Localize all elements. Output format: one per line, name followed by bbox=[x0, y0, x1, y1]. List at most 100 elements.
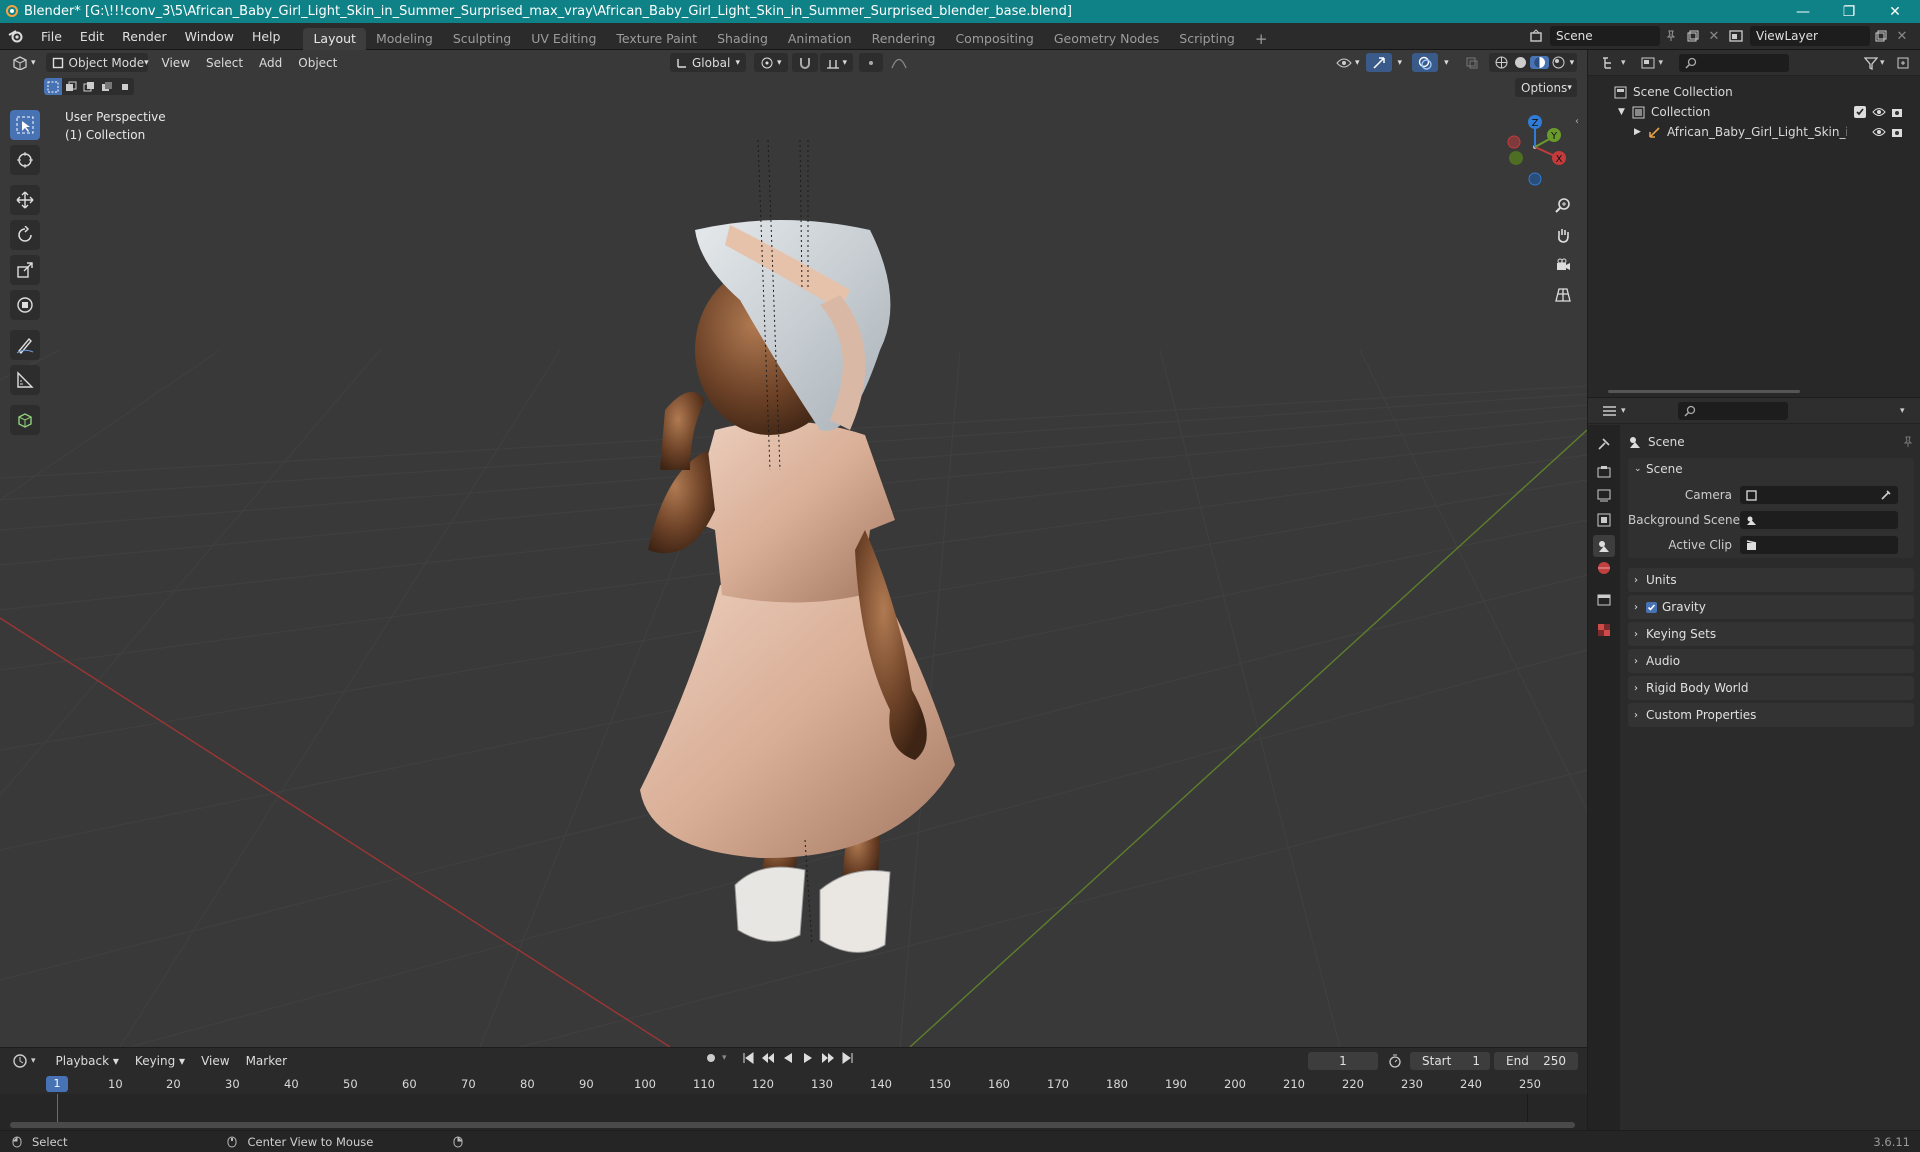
navigation-gizmo[interactable]: Z X Y bbox=[1493, 107, 1573, 187]
menu-edit[interactable]: Edit bbox=[71, 23, 113, 50]
select-new-icon[interactable] bbox=[44, 78, 62, 95]
camera-view-button[interactable] bbox=[1550, 252, 1576, 278]
gizmo-toggle[interactable] bbox=[1365, 53, 1392, 72]
chevron-down-icon[interactable]: ▾ bbox=[1621, 406, 1626, 416]
outliner-row-object[interactable]: ▶ African_Baby_Girl_Light_Skin_in_Su bbox=[1588, 122, 1920, 142]
falloff-button[interactable] bbox=[885, 53, 913, 72]
jump-keyframe-back-icon[interactable] bbox=[758, 1052, 778, 1064]
record-icon[interactable] bbox=[700, 1053, 722, 1063]
properties-search-input[interactable] bbox=[1677, 401, 1788, 420]
overlays-toggle[interactable] bbox=[1412, 53, 1439, 72]
character-model[interactable] bbox=[640, 220, 955, 953]
current-frame-field[interactable]: 1 bbox=[1308, 1052, 1378, 1070]
view-layer-tab-icon[interactable] bbox=[1597, 513, 1611, 527]
play-icon[interactable] bbox=[798, 1052, 818, 1064]
annotate-tool[interactable] bbox=[10, 330, 40, 360]
perspective-toggle-button[interactable] bbox=[1550, 282, 1576, 308]
new-scene-icon[interactable] bbox=[1682, 30, 1704, 42]
snap-options[interactable]: ▾ bbox=[819, 53, 854, 72]
tab-shading[interactable]: Shading bbox=[707, 28, 778, 50]
tab-modeling[interactable]: Modeling bbox=[366, 28, 443, 50]
jump-keyframe-forward-icon[interactable] bbox=[818, 1052, 838, 1064]
pivot-point-button[interactable]: ▾ bbox=[754, 53, 788, 72]
eye-icon[interactable] bbox=[1872, 107, 1886, 117]
viewport-menu-view[interactable]: View bbox=[154, 56, 198, 70]
scene-field[interactable]: Scene bbox=[1550, 26, 1660, 46]
timeline-editor-icon[interactable] bbox=[12, 1053, 28, 1069]
expand-arrow-icon[interactable]: ▶ bbox=[1634, 127, 1648, 137]
zoom-button[interactable] bbox=[1550, 192, 1576, 218]
frame-ruler[interactable]: 1 10 20 30 40 50 60 70 80 90 100 110 120… bbox=[0, 1074, 1587, 1094]
overlays-dropdown[interactable]: ▾ bbox=[1438, 53, 1455, 72]
section-units[interactable]: › Units bbox=[1628, 568, 1914, 592]
editor-type-button[interactable]: ▾ bbox=[6, 53, 42, 72]
viewport-menu-object[interactable]: Object bbox=[290, 56, 345, 70]
select-box-tool[interactable] bbox=[10, 110, 40, 140]
chevron-down-icon[interactable]: ▾ bbox=[722, 1053, 738, 1063]
background-scene-field[interactable] bbox=[1740, 511, 1898, 529]
section-keying-sets[interactable]: › Keying Sets bbox=[1628, 622, 1914, 646]
timeline-menu-marker[interactable]: Marker bbox=[238, 1054, 295, 1068]
transform-tool[interactable] bbox=[10, 290, 40, 320]
move-tool[interactable] bbox=[10, 185, 40, 215]
playhead-frame-label[interactable]: 1 bbox=[46, 1076, 68, 1092]
maximize-button[interactable]: ❐ bbox=[1826, 0, 1872, 23]
scene-panel-header[interactable]: ⌄ Scene bbox=[1628, 458, 1914, 480]
proportional-editing-toggle[interactable] bbox=[859, 53, 884, 72]
visibility-button[interactable]: ▾ bbox=[1330, 53, 1366, 72]
expand-arrow-icon[interactable]: ▼ bbox=[1618, 107, 1632, 117]
timeline-menu-playback[interactable]: Playback ▾ bbox=[48, 1054, 127, 1068]
outliner-row-scene-collection[interactable]: Scene Collection bbox=[1588, 82, 1920, 102]
properties-editor-icon[interactable] bbox=[1602, 404, 1618, 418]
pin-icon[interactable] bbox=[1660, 30, 1682, 42]
section-custom-properties[interactable]: › Custom Properties bbox=[1628, 703, 1914, 727]
chevron-down-icon[interactable]: ▾ bbox=[31, 1056, 36, 1066]
measure-tool[interactable] bbox=[10, 365, 40, 395]
camera-field[interactable] bbox=[1740, 486, 1898, 504]
viewport-menu-select[interactable]: Select bbox=[198, 56, 251, 70]
menu-file[interactable]: File bbox=[32, 23, 71, 50]
chevron-down-icon[interactable]: ▾ bbox=[1621, 58, 1626, 68]
tool-tab-icon[interactable] bbox=[1597, 437, 1611, 451]
rotate-tool[interactable] bbox=[10, 220, 40, 250]
stopwatch-icon[interactable] bbox=[1388, 1054, 1402, 1068]
add-workspace-button[interactable]: + bbox=[1245, 28, 1278, 50]
timeline-menu-keying[interactable]: Keying ▾ bbox=[127, 1054, 193, 1068]
chevron-down-icon[interactable]: ▾ bbox=[1570, 58, 1575, 68]
section-rigid-body-world[interactable]: › Rigid Body World bbox=[1628, 676, 1914, 700]
rendered-shading-icon[interactable] bbox=[1549, 56, 1568, 69]
end-frame-field[interactable]: End 250 bbox=[1494, 1052, 1578, 1070]
render-tab-icon[interactable] bbox=[1597, 465, 1611, 479]
section-audio[interactable]: › Audio bbox=[1628, 649, 1914, 673]
snap-toggle[interactable] bbox=[791, 53, 818, 72]
select-intersect-icon[interactable] bbox=[116, 78, 134, 95]
outliner-editor-icon[interactable] bbox=[1602, 56, 1618, 70]
viewport-menu-add[interactable]: Add bbox=[251, 56, 290, 70]
filter-icon[interactable] bbox=[1864, 56, 1878, 70]
render-camera-icon[interactable] bbox=[1891, 126, 1903, 138]
output-tab-icon[interactable] bbox=[1597, 489, 1611, 503]
wireframe-shading-icon[interactable] bbox=[1492, 56, 1511, 69]
add-cube-tool[interactable] bbox=[10, 405, 40, 435]
delete-scene-icon[interactable]: ✕ bbox=[1704, 29, 1724, 44]
tab-layout[interactable]: Layout bbox=[303, 27, 366, 50]
tab-sculpting[interactable]: Sculpting bbox=[443, 28, 521, 50]
outliner-scrollbar[interactable] bbox=[1608, 390, 1800, 393]
section-gravity[interactable]: › Gravity bbox=[1628, 595, 1914, 619]
gravity-checkbox[interactable] bbox=[1646, 601, 1657, 613]
render-camera-icon[interactable] bbox=[1891, 106, 1903, 118]
eyedropper-icon[interactable] bbox=[1880, 489, 1892, 501]
tab-rendering[interactable]: Rendering bbox=[862, 28, 946, 50]
timeline-scrollbar[interactable] bbox=[10, 1122, 1575, 1128]
chevron-down-icon[interactable]: ▾ bbox=[1659, 58, 1664, 68]
tab-compositing[interactable]: Compositing bbox=[945, 28, 1043, 50]
outliner-search-input[interactable] bbox=[1679, 53, 1790, 72]
jump-start-icon[interactable] bbox=[738, 1052, 758, 1064]
gizmo-dropdown[interactable]: ▾ bbox=[1392, 53, 1409, 72]
menu-help[interactable]: Help bbox=[243, 23, 290, 50]
transform-orientation-dropdown[interactable]: Global ▾ bbox=[670, 53, 746, 72]
3d-viewport[interactable]: ▾ Object Mode ▾ View Select Add Object G… bbox=[0, 50, 1587, 1047]
cursor-tool[interactable] bbox=[10, 145, 40, 175]
blender-menu-icon[interactable] bbox=[0, 29, 32, 43]
outliner-row-collection[interactable]: ▼ Collection bbox=[1588, 102, 1920, 122]
